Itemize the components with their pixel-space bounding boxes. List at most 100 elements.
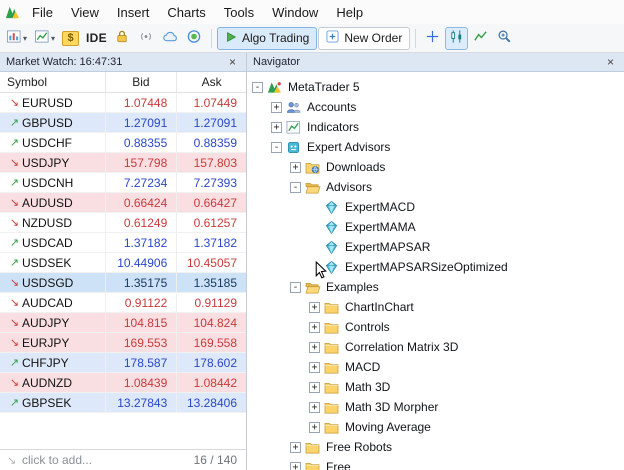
- collapse-icon[interactable]: -: [252, 81, 263, 93]
- tree-item-downloads[interactable]: + Downloads: [247, 157, 624, 177]
- expert-icon: [324, 260, 342, 275]
- main-area: Market Watch: 16:47:31 × Symbol Bid Ask …: [0, 53, 624, 470]
- market-watch-footer: ↘ click to add... 16 / 140: [0, 449, 246, 470]
- tree-item-chartinchart[interactable]: + ChartInChart: [247, 297, 624, 317]
- menu-help[interactable]: Help: [327, 1, 372, 24]
- menu-window[interactable]: Window: [263, 1, 327, 24]
- bid-value: 0.66424: [104, 193, 177, 212]
- market-watch-row-NZDUSD[interactable]: ↘ NZDUSD 0.61249 0.61257: [0, 213, 246, 233]
- collapse-icon[interactable]: -: [290, 181, 301, 193]
- market-watch-row-CHFJPY[interactable]: ↗ CHFJPY 178.587 178.602: [0, 353, 246, 373]
- expand-icon[interactable]: +: [309, 381, 320, 393]
- market-watch-row-USDCHF[interactable]: ↗ USDCHF 0.88355 0.88359: [0, 133, 246, 153]
- market-watch-row-AUDUSD[interactable]: ↘ AUDUSD 0.66424 0.66427: [0, 193, 246, 213]
- folder-icon: [324, 361, 342, 374]
- tree-item-expertmapsarsizeoptimized[interactable]: ExpertMAPSARSizeOptimized: [247, 257, 624, 277]
- tree-item-controls[interactable]: + Controls: [247, 317, 624, 337]
- line-chart-button[interactable]: [469, 27, 492, 50]
- tree-item-moving-average[interactable]: + Moving Average: [247, 417, 624, 437]
- expand-icon[interactable]: +: [271, 121, 282, 133]
- tree-item-math-3d[interactable]: + Math 3D: [247, 377, 624, 397]
- crosshair-button[interactable]: [421, 27, 444, 50]
- new-order-button[interactable]: New Order: [318, 26, 411, 50]
- ide-button[interactable]: IDE: [83, 27, 110, 50]
- symbol-name: NZDUSD: [22, 215, 72, 230]
- market-watch-row-USDJPY[interactable]: ↘ USDJPY 157.798 157.803: [0, 153, 246, 173]
- menu-charts[interactable]: Charts: [158, 1, 214, 24]
- menu-insert[interactable]: Insert: [108, 1, 159, 24]
- navigator-titlebar: Navigator ×: [247, 53, 624, 72]
- market-watch-row-GBPUSD[interactable]: ↗ GBPUSD 1.27091 1.27091: [0, 113, 246, 133]
- lock-button[interactable]: [111, 27, 134, 50]
- expand-icon[interactable]: +: [290, 161, 301, 173]
- bid-value: 157.798: [104, 153, 177, 172]
- expand-icon[interactable]: +: [309, 421, 320, 433]
- bid-value: 169.553: [104, 333, 177, 352]
- down-tick-icon: ↘: [9, 197, 20, 209]
- expand-icon[interactable]: +: [309, 321, 320, 333]
- ask-value: 0.91129: [176, 293, 246, 312]
- expand-icon[interactable]: +: [290, 461, 301, 470]
- market-watch-row-EURJPY[interactable]: ↘ EURJPY 169.553 169.558: [0, 333, 246, 353]
- market-watch-row-GBPSEK[interactable]: ↗ GBPSEK 13.27843 13.28406: [0, 393, 246, 413]
- close-icon[interactable]: ×: [225, 55, 240, 69]
- click-to-add[interactable]: click to add...: [22, 453, 92, 467]
- tree-item-expertmapsar[interactable]: ExpertMAPSAR: [247, 237, 624, 257]
- tree-item-math-3d-morpher[interactable]: + Math 3D Morpher: [247, 397, 624, 417]
- down-tick-icon: ↘: [9, 217, 20, 229]
- market-watch-row-AUDNZD[interactable]: ↘ AUDNZD 1.08439 1.08442: [0, 373, 246, 393]
- new-chart-button[interactable]: ▾: [3, 27, 30, 50]
- tree-item-accounts[interactable]: + Accounts: [247, 97, 624, 117]
- market-watch-row-AUDCAD[interactable]: ↘ AUDCAD 0.91122 0.91129: [0, 293, 246, 313]
- expert-icon: [324, 200, 342, 215]
- market-watch-button[interactable]: $: [59, 27, 82, 50]
- market-watch-row-AUDJPY[interactable]: ↘ AUDJPY 104.815 104.824: [0, 313, 246, 333]
- menu-file[interactable]: File: [23, 1, 62, 24]
- expand-icon[interactable]: +: [271, 101, 282, 113]
- market-watch-row-USDSEK[interactable]: ↗ USDSEK 10.44906 10.45057: [0, 253, 246, 273]
- expand-icon[interactable]: +: [290, 441, 301, 453]
- bid-value: 1.37182: [104, 233, 177, 252]
- tree-item-indicators[interactable]: + Indicators: [247, 117, 624, 137]
- tree-item-examples[interactable]: - Examples: [247, 277, 624, 297]
- tree-item-metatrader-5[interactable]: - MetaTrader 5: [247, 77, 624, 97]
- collapse-icon[interactable]: -: [271, 141, 282, 153]
- market-watch-row-EURUSD[interactable]: ↘ EURUSD 1.07448 1.07449: [0, 93, 246, 113]
- menu-view[interactable]: View: [62, 1, 108, 24]
- expand-icon[interactable]: +: [309, 361, 320, 373]
- zoom-in-button[interactable]: [493, 27, 516, 50]
- symbol-cell: ↘ NZDUSD: [0, 213, 105, 232]
- tree-item-expertmacd[interactable]: ExpertMACD: [247, 197, 624, 217]
- market-watch-row-USDCAD[interactable]: ↗ USDCAD 1.37182 1.37182: [0, 233, 246, 253]
- signals-button[interactable]: [135, 27, 158, 50]
- tree-item-advisors[interactable]: - Advisors: [247, 177, 624, 197]
- tree-item-free[interactable]: + Free: [247, 457, 624, 470]
- candlestick-chart-button[interactable]: [445, 26, 469, 50]
- expand-icon[interactable]: +: [309, 341, 320, 353]
- tree-item-macd[interactable]: + MACD: [247, 357, 624, 377]
- column-header-bid[interactable]: Bid: [104, 72, 177, 92]
- collapse-icon[interactable]: -: [290, 281, 301, 293]
- column-header-ask[interactable]: Ask: [176, 72, 246, 92]
- tree-item-correlation-matrix-3d[interactable]: + Correlation Matrix 3D: [247, 337, 624, 357]
- column-header-symbol[interactable]: Symbol: [0, 72, 105, 92]
- chart-profiles-button[interactable]: ▾: [31, 27, 58, 50]
- menu-tools[interactable]: Tools: [215, 1, 263, 24]
- close-icon[interactable]: ×: [603, 55, 618, 69]
- tree-item-expertmama[interactable]: ExpertMAMA: [247, 217, 624, 237]
- folder-open-icon: [305, 181, 323, 194]
- market-watch-row-USDCNH[interactable]: ↗ USDCNH 7.27234 7.27393: [0, 173, 246, 193]
- cloud-button[interactable]: [159, 27, 182, 50]
- tree-item-expert-advisors[interactable]: - Expert Advisors: [247, 137, 624, 157]
- community-button[interactable]: [183, 27, 206, 50]
- expand-icon[interactable]: +: [309, 301, 320, 313]
- expand-icon[interactable]: +: [309, 401, 320, 413]
- algo-trading-button[interactable]: Algo Trading: [216, 26, 318, 50]
- symbol-name: GBPUSD: [22, 115, 73, 130]
- tree-item-free-robots[interactable]: + Free Robots: [247, 437, 624, 457]
- bid-value: 104.815: [104, 313, 177, 332]
- down-tick-icon: ↘: [9, 277, 20, 289]
- market-watch-row-USDSGD[interactable]: ↘ USDSGD 1.35175 1.35185: [0, 273, 246, 293]
- new-chart-icon: [6, 29, 22, 47]
- dollar-icon: $: [62, 30, 80, 46]
